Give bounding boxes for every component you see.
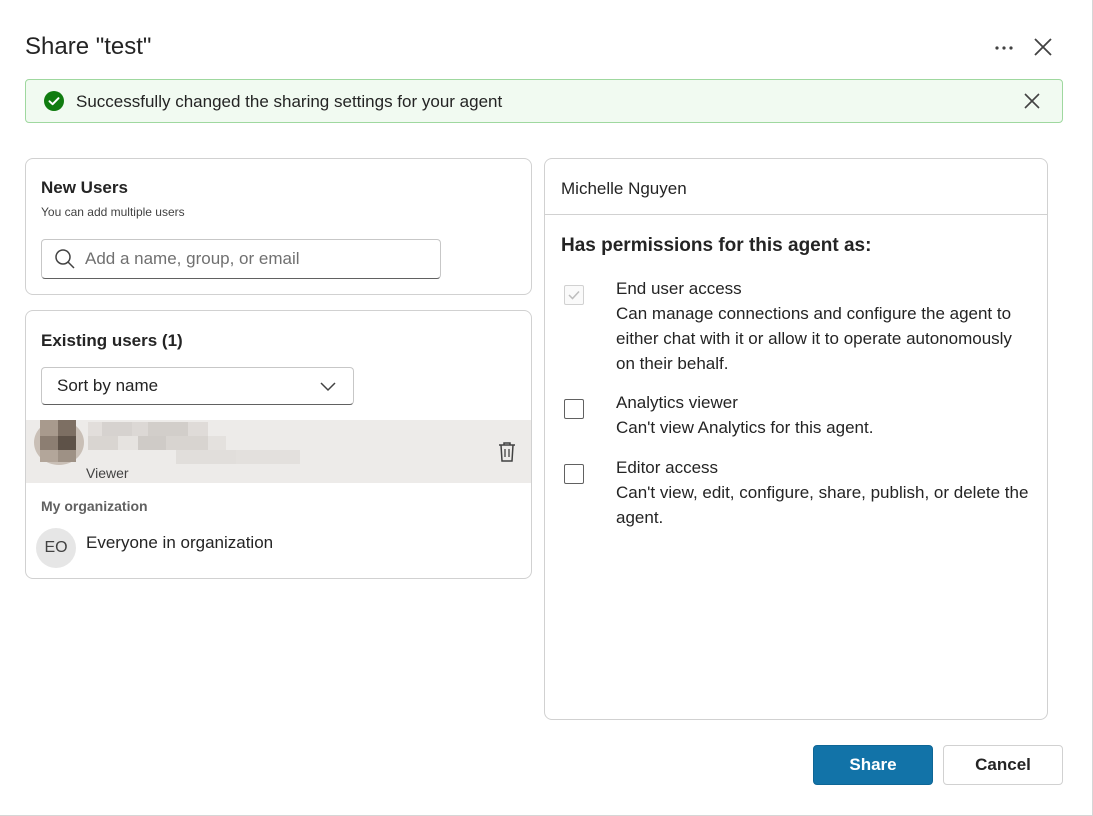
permission-description: Can't view Analytics for this agent. [616,418,874,437]
checkmark-icon [568,290,580,300]
permission-text: Editor access Can't view, edit, configur… [616,455,1031,530]
permission-description: Can't view, edit, configure, share, publ… [616,483,1029,527]
permission-label: Analytics viewer [616,393,738,412]
permissions-card: Michelle Nguyen Has permissions for this… [544,158,1048,720]
chevron-down-icon [320,382,336,392]
search-field[interactable] [41,239,441,279]
org-name[interactable]: Everyone in organization [86,533,273,553]
analytics-viewer-checkbox[interactable] [564,399,584,419]
selected-user-name: Michelle Nguyen [561,179,687,198]
divider [545,214,1047,215]
banner-message: Successfully changed the sharing setting… [76,92,503,111]
existing-users-card: Existing users (1) Sort by name Viewer M… [25,310,532,579]
new-users-heading: New Users [41,178,128,197]
search-input[interactable] [85,249,425,269]
dismiss-banner-icon[interactable] [1022,91,1042,111]
new-users-subtext: You can add multiple users [41,205,185,219]
permission-label: Editor access [616,458,719,477]
permission-text: Analytics viewer Can't view Analytics fo… [616,390,1031,440]
success-check-icon [44,91,64,111]
success-banner: Successfully changed the sharing setting… [25,79,1063,123]
sort-dropdown[interactable]: Sort by name [41,367,354,405]
permissions-title: Has permissions for this agent as: [561,235,872,256]
share-button[interactable]: Share [813,745,933,785]
trash-icon[interactable] [496,440,518,464]
org-avatar: EO [36,528,76,568]
user-role: Viewer [86,465,129,481]
close-button[interactable] [1030,34,1056,60]
permission-label: End user access [616,279,742,298]
new-users-card: New Users You can add multiple users [25,158,532,295]
user-row[interactable]: Viewer [26,420,531,483]
more-horizontal-icon [995,46,1013,50]
permission-description: Can manage connections and configure the… [616,304,1012,373]
close-icon [1034,38,1052,56]
end-user-checkbox [564,285,584,305]
sort-selected-label: Sort by name [57,376,159,395]
cancel-button[interactable]: Cancel [943,745,1063,785]
existing-users-heading: Existing users (1) [41,331,183,350]
permission-text: End user access Can manage connections a… [616,276,1031,376]
editor-access-checkbox[interactable] [564,464,584,484]
my-organization-heading: My organization [41,498,148,514]
more-options-button[interactable] [990,36,1018,60]
share-dialog: Share "test" Successfully changed the sh… [0,0,1093,816]
search-icon [55,249,75,269]
dialog-title: Share "test" [25,33,152,60]
